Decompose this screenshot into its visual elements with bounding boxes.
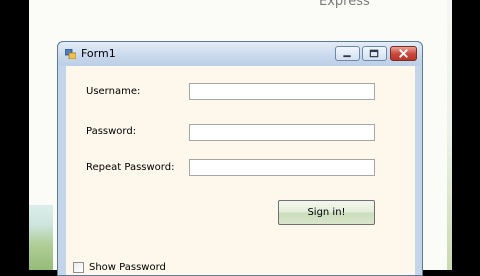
background-decoration xyxy=(29,205,53,270)
sign-in-button[interactable]: Sign in! xyxy=(278,200,375,225)
background-text: Express xyxy=(319,0,370,9)
password-label: Password: xyxy=(86,126,137,137)
password-field[interactable] xyxy=(189,124,375,141)
window-title: Form1 xyxy=(81,47,116,60)
form-window: Form1 Username: Password: Repeat Passwor… xyxy=(57,41,423,276)
close-button[interactable] xyxy=(390,46,417,61)
maximize-icon xyxy=(369,49,379,58)
minimize-button[interactable] xyxy=(335,46,360,61)
background-edge xyxy=(447,0,452,270)
form-app-icon xyxy=(65,49,76,59)
maximize-button[interactable] xyxy=(362,46,387,61)
title-bar[interactable]: Form1 xyxy=(58,42,422,66)
show-password-label[interactable]: Show Password xyxy=(89,262,166,273)
username-label: Username: xyxy=(86,86,141,97)
username-field[interactable] xyxy=(189,83,375,100)
repeat-password-field[interactable] xyxy=(189,159,375,176)
repeat-password-label: Repeat Password: xyxy=(86,162,175,173)
show-password-checkbox[interactable] xyxy=(73,262,84,273)
form-client-area: Username: Password: Repeat Password: Sig… xyxy=(66,66,415,275)
close-icon xyxy=(399,49,408,58)
minimize-icon xyxy=(343,55,351,58)
